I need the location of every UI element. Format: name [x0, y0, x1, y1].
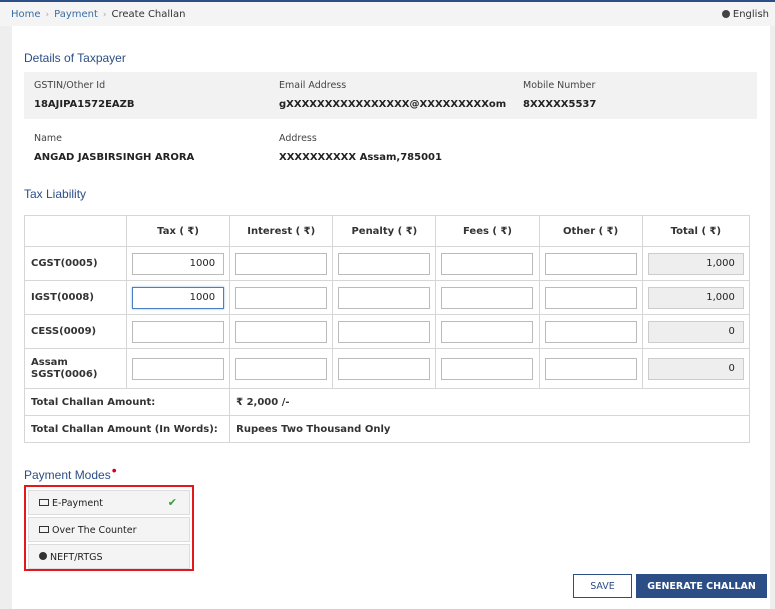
address-value: XXXXXXXXXX Assam,785001 [279, 152, 442, 163]
checkmark-icon: ✔ [167, 496, 177, 509]
top-bar: Home › Payment › Create Challan English [0, 0, 775, 26]
payment-mode-epayment[interactable]: E-Payment ✔ [28, 490, 190, 515]
cess-penalty-input[interactable] [338, 320, 431, 343]
breadcrumb-separator: › [45, 10, 50, 20]
globe-icon [721, 10, 730, 18]
total-amount-label: Total Challan Amount: [23, 388, 231, 416]
payment-modes-list: E-Payment ✔ Over The Counter NEFT/RTGS [24, 485, 194, 571]
payment-mode-neft-rtgs[interactable]: NEFT/RTGS [28, 544, 190, 569]
breadcrumb-home-link[interactable]: Home [11, 9, 41, 20]
email-value: gXXXXXXXXXXXXXXXX@XXXXXXXXXom [279, 99, 507, 110]
igst-total-field [647, 286, 744, 309]
payment-mode-label: NEFT/RTGS [50, 552, 103, 563]
payment-mode-label: E-Payment [52, 498, 104, 509]
name-value: ANGAD JASBIRSINGH ARORA [34, 152, 195, 163]
row-label-cgst: CGST(0005) [24, 246, 127, 281]
table-row: CESS(0009) [24, 314, 751, 349]
payment-mode-over-the-counter[interactable]: Over The Counter [28, 517, 190, 542]
igst-penalty-input[interactable] [338, 286, 431, 309]
table-row: IGST(0008) [24, 280, 751, 315]
cgst-total-field [647, 252, 744, 275]
language-label: English [732, 9, 769, 20]
payment-mode-label: Over The Counter [52, 525, 137, 536]
generate-challan-button[interactable]: GENERATE CHALLAN [636, 574, 767, 598]
cgst-other-input[interactable] [544, 252, 637, 275]
cgst-penalty-input[interactable] [338, 252, 431, 275]
taxpayer-info-row-2: Name ANGAD JASBIRSINGH ARORA Address XXX… [24, 125, 757, 172]
taxpayer-section-title: Details of Taxpayer [24, 51, 126, 65]
igst-interest-input[interactable] [235, 286, 328, 309]
cess-total-field [647, 320, 744, 343]
sgst-fees-input[interactable] [441, 357, 534, 380]
taxpayer-info-row-1: GSTIN/Other Id 18AJIPA1572EAZB Email Add… [24, 72, 757, 119]
igst-other-input[interactable] [544, 286, 637, 309]
row-label-igst: IGST(0008) [24, 280, 127, 315]
fees-header: Fees ( ₹) [435, 215, 540, 247]
breadcrumb-payment-link[interactable]: Payment [54, 9, 98, 20]
tax-header: Tax ( ₹) [125, 215, 231, 247]
name-label: Name [34, 133, 63, 144]
igst-tax-input[interactable] [132, 286, 225, 309]
cess-interest-input[interactable] [235, 320, 328, 343]
language-selector[interactable]: English [721, 9, 769, 20]
sgst-penalty-input[interactable] [338, 357, 431, 380]
total-words-value: Rupees Two Thousand Only [229, 415, 750, 443]
card-icon [39, 499, 49, 506]
corner-header [24, 215, 127, 247]
table-row: CGST(0005) [24, 246, 751, 281]
sgst-interest-input[interactable] [235, 357, 328, 380]
save-button[interactable]: SAVE [573, 574, 632, 598]
igst-fees-input[interactable] [441, 286, 534, 309]
total-words-row: Total Challan Amount (In Words): Rupees … [23, 415, 750, 443]
cess-fees-input[interactable] [441, 320, 534, 343]
other-header: Other ( ₹) [538, 215, 643, 247]
sgst-other-input[interactable] [544, 357, 637, 380]
gstin-value: 18AJIPA1572EAZB [34, 99, 135, 110]
row-label-cess: CESS(0009) [24, 314, 127, 349]
challan-card: Details of Taxpayer GSTIN/Other Id 18AJI… [12, 26, 770, 609]
cess-tax-input[interactable] [132, 320, 225, 343]
mobile-label: Mobile Number [523, 80, 596, 91]
sgst-total-field [647, 357, 744, 380]
breadcrumb-separator: › [102, 10, 107, 20]
total-header: Total ( ₹) [641, 215, 751, 247]
cgst-tax-input[interactable] [132, 252, 225, 275]
mobile-value: 8XXXXX5537 [523, 99, 597, 110]
interest-header: Interest ( ₹) [229, 215, 334, 247]
email-label: Email Address [279, 80, 347, 91]
breadcrumb: Home › Payment › Create Challan [11, 9, 185, 20]
tax-liability-table: Tax ( ₹) Interest ( ₹) Penalty ( ₹) Fees… [23, 215, 751, 443]
penalty-header: Penalty ( ₹) [332, 215, 437, 247]
cgst-interest-input[interactable] [235, 252, 328, 275]
cess-other-input[interactable] [544, 320, 637, 343]
address-label: Address [279, 133, 317, 144]
required-indicator: • [111, 462, 117, 478]
payment-modes-label: Payment Modes [24, 468, 111, 482]
payment-modes-title: Payment Modes• [24, 462, 117, 482]
breadcrumb-current: Create Challan [111, 9, 186, 20]
sgst-tax-input[interactable] [132, 357, 225, 380]
total-words-label: Total Challan Amount (In Words): [23, 415, 231, 443]
row-label-sgst: Assam SGST(0006) [24, 348, 127, 389]
total-amount-value: ₹ 2,000 /- [229, 388, 750, 416]
gstin-label: GSTIN/Other Id [34, 80, 106, 91]
total-amount-row: Total Challan Amount: ₹ 2,000 /- [23, 388, 750, 416]
cash-icon [39, 526, 49, 533]
tax-liability-title: Tax Liability [24, 187, 87, 201]
table-row: Assam SGST(0006) [24, 348, 751, 389]
cgst-fees-input[interactable] [441, 252, 534, 275]
bank-globe-icon [39, 552, 47, 560]
